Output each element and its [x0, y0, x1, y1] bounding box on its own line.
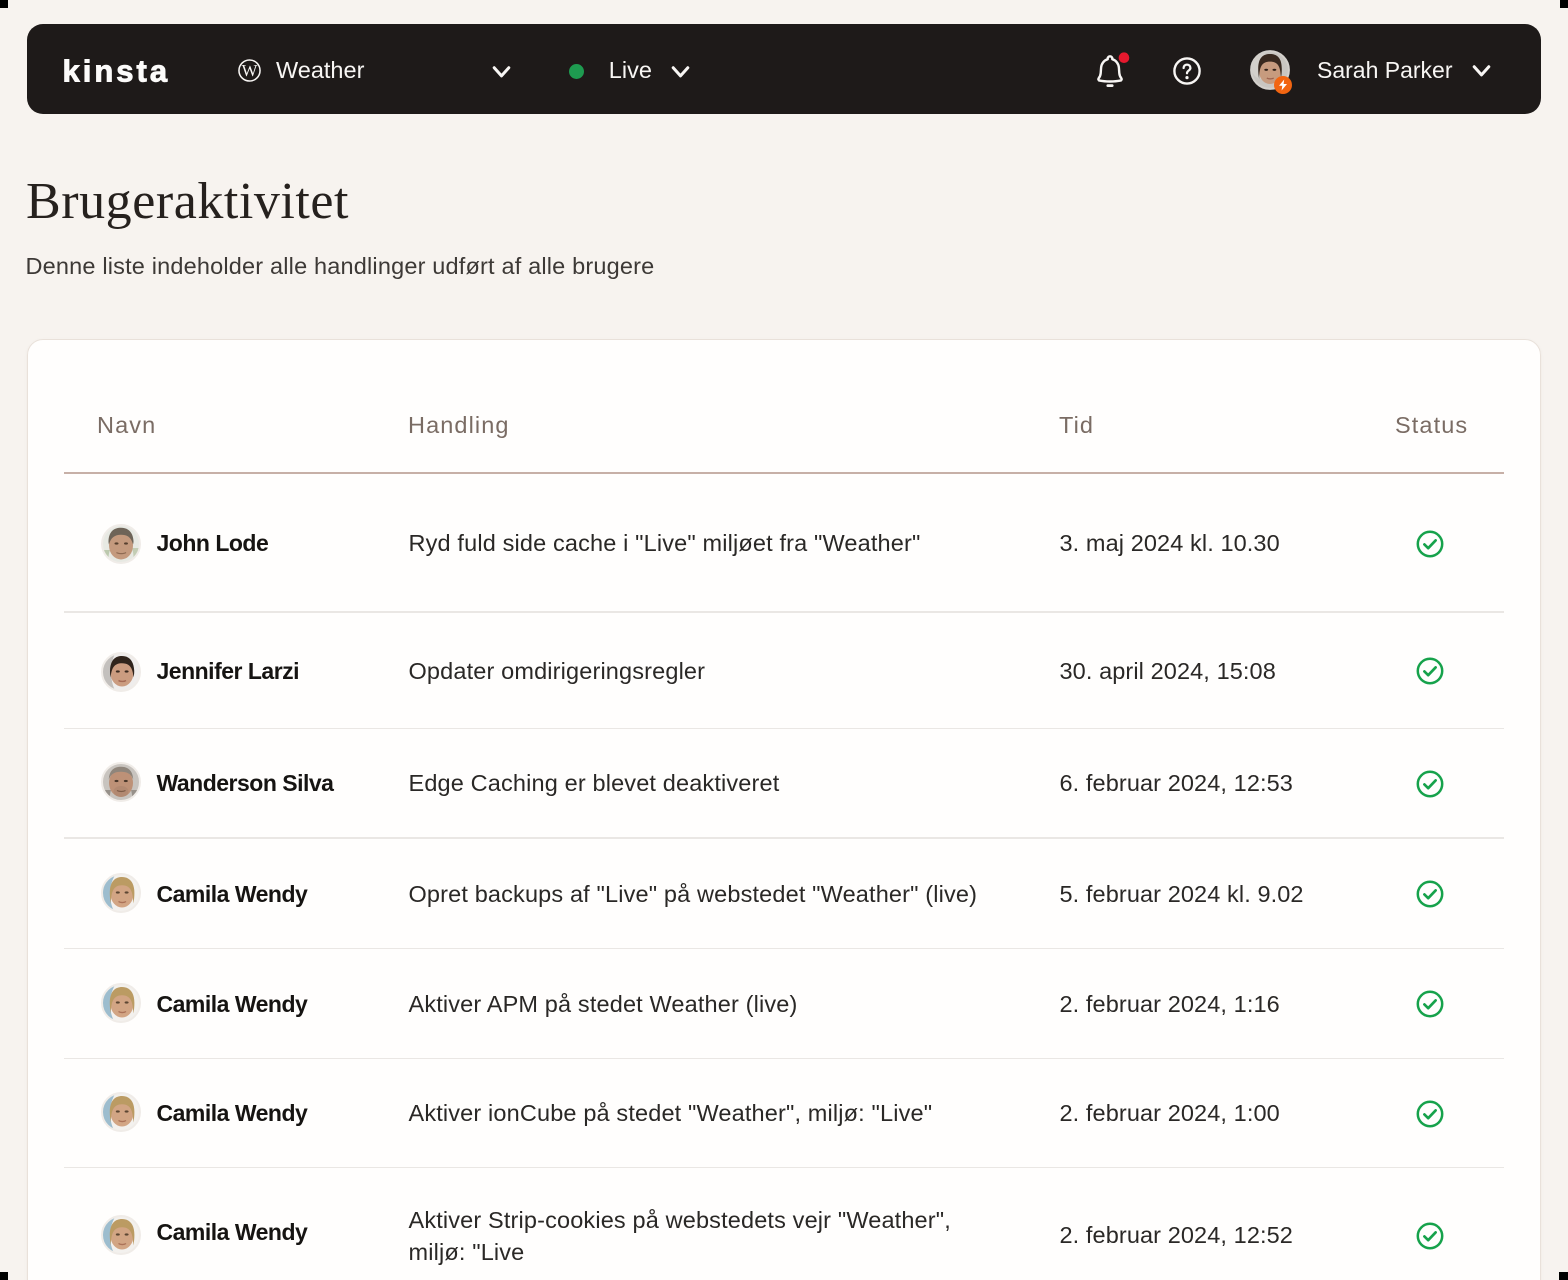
svg-text:kinsta: kinsta: [63, 54, 171, 89]
svg-text:W: W: [242, 61, 258, 80]
